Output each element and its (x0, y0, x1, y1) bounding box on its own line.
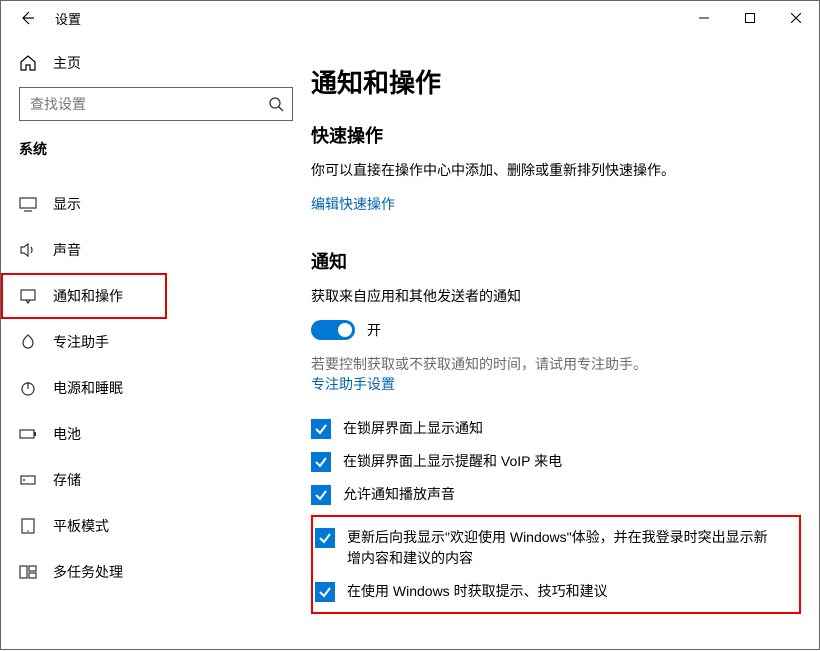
sidebar-item-label: 通知和操作 (53, 286, 123, 306)
maximize-button[interactable] (727, 2, 773, 34)
sidebar-item-display[interactable]: 显示 (1, 181, 311, 227)
sidebar-item-label: 平板模式 (53, 516, 109, 536)
sidebar-item-storage[interactable]: 存储 (1, 457, 311, 503)
sidebar-item-label: 声音 (53, 240, 81, 260)
home-icon (19, 54, 37, 72)
close-button[interactable] (773, 2, 819, 34)
home-nav[interactable]: 主页 (1, 45, 311, 87)
back-button[interactable] (17, 8, 37, 28)
sidebar-item-multitask[interactable]: 多任务处理 (1, 549, 311, 595)
page-title: 通知和操作 (311, 63, 809, 100)
sidebar-item-sound[interactable]: 声音 (1, 227, 311, 273)
checkbox-welcome-experience[interactable]: 更新后向我显示"欢迎使用 Windows"体验，并在我登录时突出显示新增内容和建… (315, 521, 797, 575)
sidebar-item-label: 多任务处理 (53, 562, 123, 582)
toggle-state-label: 开 (367, 320, 381, 340)
checkbox-lockscreen-reminders[interactable]: 在锁屏界面上显示提醒和 VoIP 来电 (311, 445, 809, 478)
checkbox-label: 在锁屏界面上显示通知 (343, 418, 503, 439)
focus-icon (19, 333, 37, 351)
sidebar-item-label: 电源和睡眠 (53, 378, 123, 398)
checkbox-icon (311, 452, 331, 472)
checkbox-icon (311, 419, 331, 439)
sidebar-item-notifications[interactable]: 通知和操作 (1, 273, 167, 319)
sound-icon (19, 241, 37, 259)
checkbox-label: 在使用 Windows 时获取提示、技巧和建议 (347, 581, 628, 602)
sidebar-item-label: 专注助手 (53, 332, 109, 352)
sidebar-item-focus-assist[interactable]: 专注助手 (1, 319, 311, 365)
multitask-icon (19, 563, 37, 581)
search-box[interactable] (19, 87, 293, 121)
sidebar-item-battery[interactable]: 电池 (1, 411, 311, 457)
sidebar: 主页 系统 显示 声音 (1, 35, 311, 651)
notifications-from-apps-label: 获取来自应用和其他发送者的通知 (311, 286, 809, 306)
search-input[interactable] (30, 96, 268, 112)
power-icon (19, 379, 37, 397)
quick-actions-heading: 快速操作 (311, 122, 809, 148)
edit-quick-actions-link[interactable]: 编辑快速操作 (311, 194, 809, 214)
quick-actions-description: 你可以直接在操作中心中添加、删除或重新排列快速操作。 (311, 160, 809, 180)
checkbox-notification-sound[interactable]: 允许通知播放声音 (311, 478, 809, 511)
focus-assist-settings-link[interactable]: 专注助手设置 (311, 374, 809, 394)
checkbox-icon (315, 528, 335, 548)
sidebar-item-label: 显示 (53, 194, 81, 214)
checkbox-lockscreen-notifications[interactable]: 在锁屏界面上显示通知 (311, 412, 809, 445)
checkbox-icon (315, 582, 335, 602)
checkbox-label: 在锁屏界面上显示提醒和 VoIP 来电 (343, 451, 582, 472)
search-icon (268, 96, 284, 112)
sidebar-item-tablet[interactable]: 平板模式 (1, 503, 311, 549)
notification-icon (19, 287, 37, 305)
highlighted-checkboxes: 更新后向我显示"欢迎使用 Windows"体验，并在我登录时突出显示新增内容和建… (311, 515, 801, 614)
focus-assist-hint: 若要控制获取或不获取通知的时间，请试用专注助手。 (311, 354, 809, 374)
checkbox-label: 允许通知播放声音 (343, 484, 475, 505)
tablet-icon (19, 517, 37, 535)
display-icon (19, 195, 37, 213)
checkbox-tips-suggestions[interactable]: 在使用 Windows 时获取提示、技巧和建议 (315, 575, 797, 608)
window-title: 设置 (55, 9, 81, 28)
checkbox-icon (311, 485, 331, 505)
main-content: 通知和操作 快速操作 你可以直接在操作中心中添加、删除或重新排列快速操作。 编辑… (311, 35, 819, 651)
notifications-heading: 通知 (311, 248, 809, 274)
home-label: 主页 (53, 53, 81, 73)
minimize-button[interactable] (681, 2, 727, 34)
notifications-toggle[interactable] (311, 320, 355, 340)
sidebar-section-label: 系统 (1, 139, 311, 171)
sidebar-item-label: 存储 (53, 470, 81, 490)
battery-icon (19, 425, 37, 443)
sidebar-item-label: 电池 (53, 424, 81, 444)
storage-icon (19, 471, 37, 489)
checkbox-label: 更新后向我显示"欢迎使用 Windows"体验，并在我登录时突出显示新增内容和建… (347, 527, 797, 569)
sidebar-item-power[interactable]: 电源和睡眠 (1, 365, 311, 411)
